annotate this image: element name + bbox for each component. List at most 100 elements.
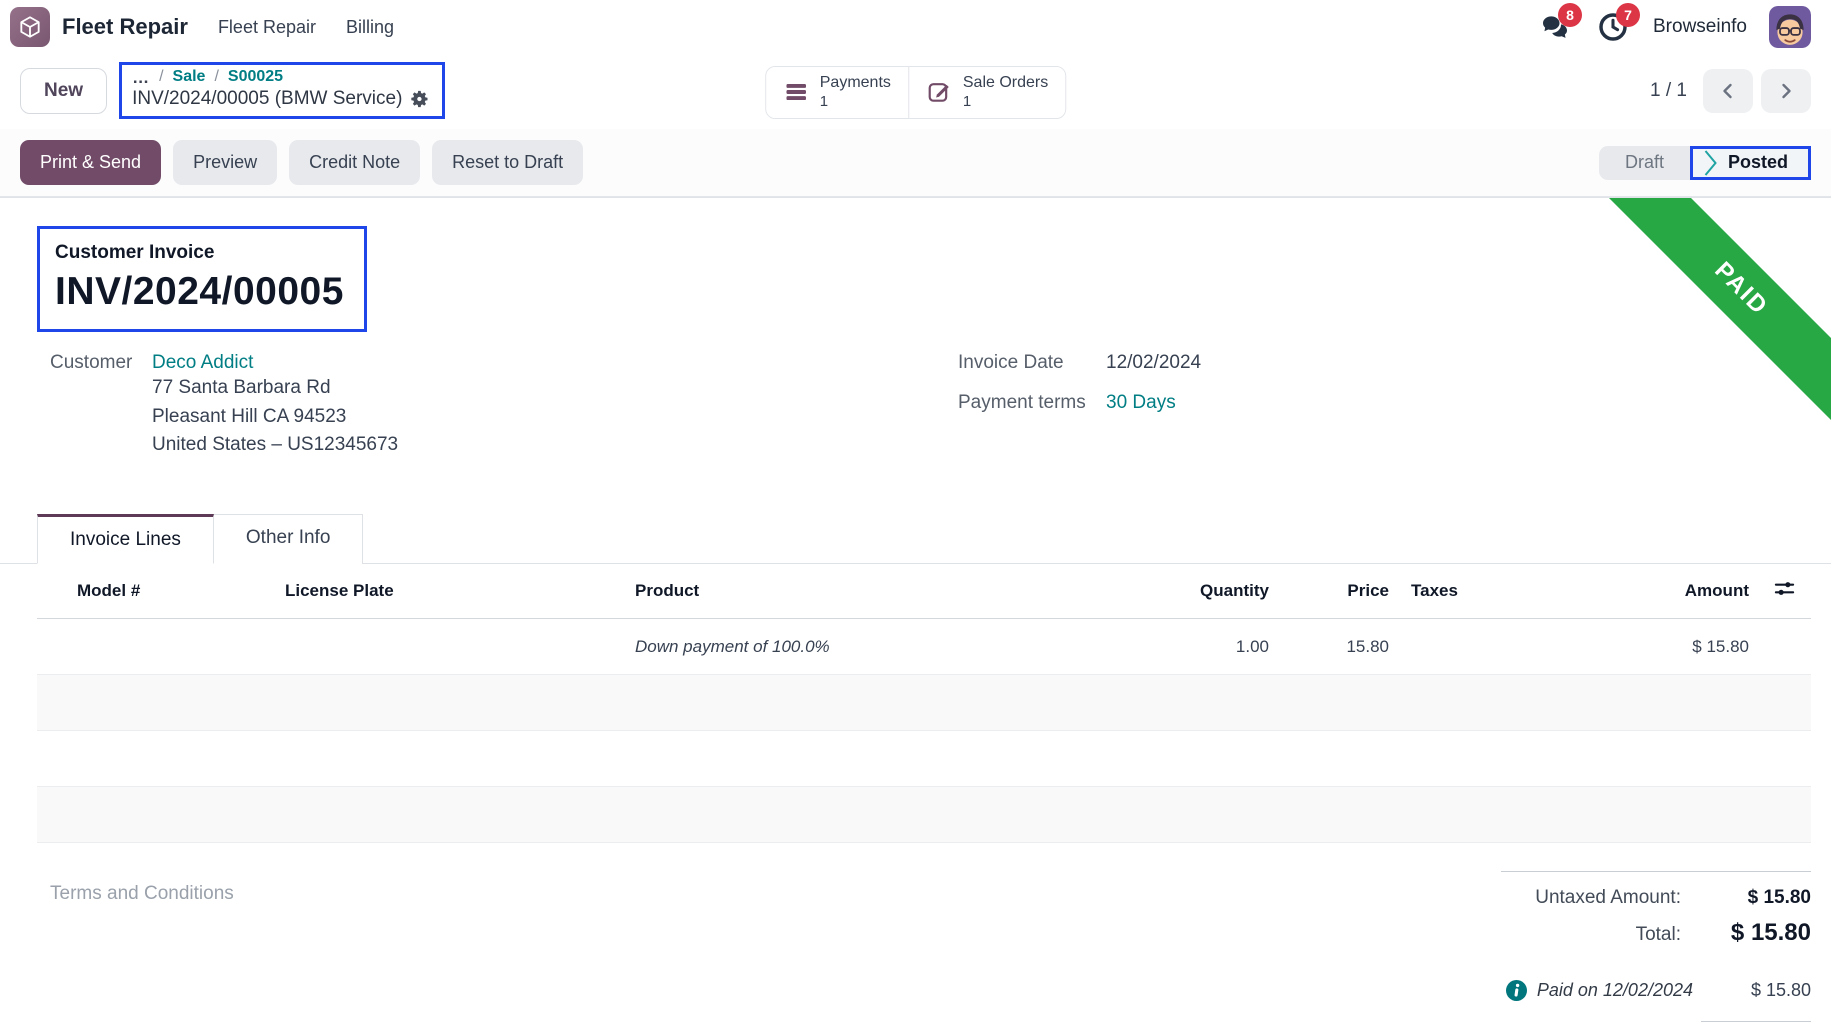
new-button[interactable]: New (20, 68, 107, 114)
stat-button-sale-orders[interactable]: Sale Orders 1 (908, 67, 1065, 118)
stat-button-payments[interactable]: Payments 1 (766, 67, 908, 118)
credit-note-button[interactable]: Credit Note (289, 140, 420, 185)
empty-table-row (37, 731, 1811, 787)
print-send-button[interactable]: Print & Send (20, 140, 161, 185)
column-header-model[interactable]: Model # (37, 564, 277, 619)
invoice-date-field[interactable]: 12/02/2024 (1106, 352, 1201, 374)
app-brand-title[interactable]: Fleet Repair (62, 14, 188, 40)
invoice-fields-block: Invoice Date 12/02/2024 Payment terms 30… (958, 352, 1201, 414)
user-avatar[interactable] (1769, 6, 1811, 48)
stat-payments-label: Payments (820, 73, 891, 93)
breadcrumb: … / Sale / S00025 (132, 68, 430, 86)
stat-button-group: Payments 1 Sale Orders 1 (765, 66, 1067, 119)
cell-model (37, 619, 277, 675)
gear-icon[interactable] (410, 89, 430, 109)
sheet-footer: Terms and Conditions Untaxed Amount: $ 1… (37, 871, 1811, 1023)
empty-table-row (37, 787, 1811, 843)
status-draft[interactable]: Draft (1599, 146, 1690, 180)
top-navbar: Fleet Repair Fleet Repair Billing 8 7 Br… (0, 0, 1831, 54)
menu-fleet-repair[interactable]: Fleet Repair (218, 17, 316, 38)
cell-taxes (1397, 619, 1527, 675)
annotation-box-title: Customer Invoice INV/2024/00005 (37, 226, 367, 332)
tab-other-info[interactable]: Other Info (214, 514, 364, 564)
odoo-app: Fleet Repair Fleet Repair Billing 8 7 Br… (0, 0, 1831, 1023)
info-icon[interactable] (1506, 980, 1527, 1001)
untaxed-amount-value: $ 15.80 (1701, 887, 1811, 909)
invoice-form-sheet: PAID Customer Invoice INV/2024/00005 Cus… (0, 197, 1831, 1023)
status-posted-label: Posted (1728, 152, 1788, 173)
annotation-box-breadcrumb: … / Sale / S00025 INV/2024/00005 (BMW Se… (119, 62, 445, 119)
action-bar: Print & Send Preview Credit Note Reset t… (0, 129, 1831, 197)
status-posted[interactable]: Posted (1693, 149, 1808, 177)
document-type-label: Customer Invoice (55, 242, 344, 264)
pager-previous-button[interactable] (1703, 69, 1753, 113)
breadcrumb-ellipsis-button[interactable]: … (132, 69, 150, 86)
column-header-product[interactable]: Product (627, 564, 1127, 619)
column-header-taxes[interactable]: Taxes (1397, 564, 1527, 619)
payment-terms-link[interactable]: 30 Days (1106, 392, 1201, 414)
customer-label: Customer (50, 352, 152, 460)
paid-on-label: Paid on 12/02/2024 (1537, 980, 1693, 1001)
column-header-amount[interactable]: Amount (1527, 564, 1757, 619)
pager: 1 / 1 (1650, 69, 1811, 113)
terms-and-conditions-placeholder[interactable]: Terms and Conditions (50, 883, 234, 1023)
chevron-right-icon (1774, 79, 1798, 103)
apps-menu-button[interactable] (10, 7, 50, 47)
stat-sale-orders-label: Sale Orders (963, 73, 1048, 93)
invoice-number: INV/2024/00005 (55, 270, 344, 314)
messages-badge: 8 (1558, 3, 1582, 27)
menu-billing[interactable]: Billing (346, 17, 394, 38)
tab-invoice-lines[interactable]: Invoice Lines (37, 514, 214, 564)
table-header-row: Model # License Plate Product Quantity P… (37, 564, 1811, 619)
column-header-price[interactable]: Price (1277, 564, 1397, 619)
status-chevron-icon (1703, 149, 1718, 177)
breadcrumb-link-order[interactable]: S00025 (228, 68, 283, 86)
breadcrumb-separator: / (159, 68, 163, 86)
column-header-license-plate[interactable]: License Plate (277, 564, 627, 619)
statusbar: Draft Posted (1599, 146, 1811, 180)
invoice-date-label: Invoice Date (958, 352, 1106, 374)
notebook-tabs: Invoice Lines Other Info (0, 514, 1831, 564)
cell-quantity: 1.00 (1127, 619, 1277, 675)
invoice-line-row[interactable]: Down payment of 100.0% 1.00 15.80 $ 15.8… (37, 619, 1811, 675)
totals-block: Untaxed Amount: $ 15.80 Total: $ 15.80 P… (1501, 871, 1811, 1023)
breadcrumb-link-sale[interactable]: Sale (173, 68, 206, 86)
pager-next-button[interactable] (1761, 69, 1811, 113)
empty-table-row (37, 675, 1811, 731)
activities-button[interactable]: 7 (1595, 9, 1631, 45)
customer-address-line: United States – US12345673 (152, 431, 1794, 460)
paid-info-row: Paid on 12/02/2024 $ 15.80 (1501, 980, 1811, 1001)
customer-block: Customer Deco Addict 77 Santa Barbara Rd… (50, 352, 1794, 460)
column-header-quantity[interactable]: Quantity (1127, 564, 1277, 619)
breadcrumb-separator: / (214, 68, 218, 86)
total-value: $ 15.80 (1701, 919, 1811, 947)
messages-button[interactable]: 8 (1537, 9, 1573, 45)
cell-amount: $ 15.80 (1527, 619, 1757, 675)
breadcrumb-current-title: INV/2024/00005 (BMW Service) (132, 88, 402, 110)
invoice-lines-table: Model # License Plate Product Quantity P… (37, 564, 1811, 843)
stat-payments-count: 1 (820, 93, 828, 112)
preview-button[interactable]: Preview (173, 140, 277, 185)
annotation-box-posted: Posted (1690, 146, 1811, 180)
reset-to-draft-button[interactable]: Reset to Draft (432, 140, 583, 185)
pager-counter: 1 / 1 (1650, 80, 1687, 102)
payment-terms-label: Payment terms (958, 392, 1106, 414)
cell-price: 15.80 (1277, 619, 1397, 675)
activities-badge: 7 (1616, 3, 1640, 27)
stat-sale-orders-count: 1 (963, 93, 971, 112)
column-options-icon[interactable] (1773, 577, 1796, 600)
breadcrumb-current: INV/2024/00005 (BMW Service) (132, 88, 430, 110)
chevron-left-icon (1716, 79, 1740, 103)
cube-icon (17, 14, 43, 40)
total-label: Total: (1636, 924, 1681, 946)
navbar-right: 8 7 Browseinfo (1537, 6, 1811, 48)
user-menu-name[interactable]: Browseinfo (1653, 16, 1747, 38)
paid-on-value: $ 15.80 (1701, 980, 1811, 1001)
untaxed-amount-label: Untaxed Amount: (1535, 887, 1681, 909)
cell-product: Down payment of 100.0% (627, 619, 1127, 675)
edit-icon (926, 79, 952, 105)
control-bar: New … / Sale / S00025 INV/2024/00005 (BM… (0, 54, 1831, 129)
avatar-illustration (1769, 6, 1811, 48)
bars-icon (783, 79, 809, 105)
invoice-info-section: Customer Deco Addict 77 Santa Barbara Rd… (50, 352, 1794, 472)
